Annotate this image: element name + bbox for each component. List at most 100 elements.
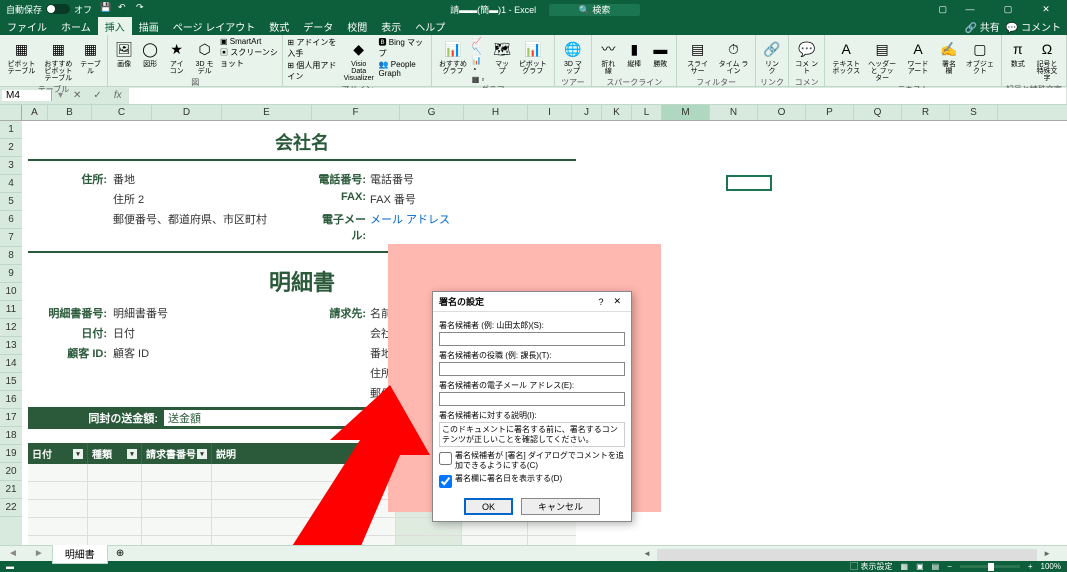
- comments-check[interactable]: 署名候補者が [署名] ダイアログでコメントを追加できるようにする(C): [439, 451, 625, 470]
- row-header-10[interactable]: 10: [0, 283, 22, 301]
- bing-button[interactable]: 🅱 Bing マップ: [379, 37, 428, 59]
- screenshot-button[interactable]: ▣ スクリーンショット: [220, 47, 278, 69]
- shapes-button[interactable]: ◯図形: [138, 37, 162, 70]
- column-header-P[interactable]: P: [806, 105, 854, 120]
- showdate-check[interactable]: 署名欄に署名日を表示する(D): [439, 474, 625, 488]
- column-header-F[interactable]: F: [312, 105, 400, 120]
- menu-home[interactable]: ホーム: [54, 17, 98, 36]
- table-cell[interactable]: [88, 500, 142, 517]
- table-button[interactable]: ▦テーブル: [78, 37, 103, 77]
- view-layout-icon[interactable]: ▣: [916, 562, 924, 571]
- column-header-I[interactable]: I: [528, 105, 572, 120]
- column-header-R[interactable]: R: [902, 105, 950, 120]
- 3dmap-button[interactable]: 🌐3D マップ: [559, 37, 588, 77]
- table-cell[interactable]: [28, 536, 88, 545]
- line-spark-button[interactable]: 〰折れ線: [596, 37, 620, 77]
- chart-type-button[interactable]: 📈 📉: [472, 37, 488, 55]
- zoom-out-icon[interactable]: −: [947, 562, 952, 571]
- close-button[interactable]: ✕: [1031, 4, 1061, 15]
- table-cell[interactable]: [142, 500, 212, 517]
- row-header-3[interactable]: 3: [0, 157, 22, 175]
- row-header-14[interactable]: 14: [0, 355, 22, 373]
- picture-button[interactable]: 🖼画像: [112, 37, 136, 70]
- link-button[interactable]: 🔗リン ク: [760, 37, 784, 77]
- recommend-chart-button[interactable]: 📊おすすめ グラフ: [436, 37, 469, 77]
- table-cell[interactable]: [142, 518, 212, 535]
- comments-button[interactable]: 💬 コメント: [1006, 19, 1061, 34]
- signature-button[interactable]: ✍署名欄: [937, 37, 961, 77]
- smartart-button[interactable]: ▣ SmartArt: [220, 37, 278, 46]
- menu-draw[interactable]: 描画: [132, 17, 166, 36]
- table-cell[interactable]: [28, 518, 88, 535]
- column-header-M[interactable]: M: [662, 105, 710, 120]
- table-cell[interactable]: [212, 482, 396, 499]
- table-cell[interactable]: [212, 536, 396, 545]
- undo-icon[interactable]: ↶: [118, 2, 132, 16]
- row-header-19[interactable]: 19: [0, 445, 22, 463]
- column-header-L[interactable]: L: [632, 105, 662, 120]
- menu-insert[interactable]: 挿入: [98, 17, 132, 36]
- symbol-button[interactable]: Ω記号と 特殊文字: [1032, 37, 1062, 84]
- table-cell[interactable]: [462, 536, 528, 545]
- table-cell[interactable]: [396, 536, 462, 545]
- email-input[interactable]: [439, 392, 625, 406]
- row-header-7[interactable]: 7: [0, 229, 22, 247]
- zoom-slider[interactable]: [960, 565, 1020, 568]
- column-header-C[interactable]: C: [92, 105, 152, 120]
- row-header-21[interactable]: 21: [0, 481, 22, 499]
- title-input[interactable]: [439, 362, 625, 376]
- search-box[interactable]: 🔍 検索: [549, 4, 641, 16]
- pivot-chart-button[interactable]: 📊ピボットグラフ: [516, 37, 549, 77]
- dialog-help-icon[interactable]: ?: [592, 297, 609, 307]
- column-spark-button[interactable]: ▮縦棒: [622, 37, 646, 70]
- menu-view[interactable]: 表示: [374, 17, 408, 36]
- sheet-tab-active[interactable]: 明細書: [52, 543, 108, 564]
- ribbon-options-icon[interactable]: ▢: [938, 4, 947, 15]
- sheet-nav-next-icon[interactable]: ►: [26, 548, 52, 559]
- row-header-1[interactable]: 1: [0, 121, 22, 139]
- row-header-13[interactable]: 13: [0, 337, 22, 355]
- row-header-12[interactable]: 12: [0, 319, 22, 337]
- winloss-spark-button[interactable]: ▬勝敗: [648, 37, 672, 70]
- row-header-17[interactable]: 17: [0, 409, 22, 427]
- filter-icon[interactable]: ▾: [197, 449, 207, 459]
- row-header-2[interactable]: 2: [0, 139, 22, 157]
- column-header-G[interactable]: G: [400, 105, 464, 120]
- redo-icon[interactable]: ↷: [136, 2, 150, 16]
- row-header-6[interactable]: 6: [0, 211, 22, 229]
- table-cell[interactable]: [212, 464, 396, 481]
- menu-file[interactable]: ファイル: [0, 17, 54, 36]
- maps-button[interactable]: 🗺マップ: [490, 37, 514, 77]
- sheet-add-icon[interactable]: ⊕: [108, 548, 132, 559]
- get-addins-button[interactable]: ⊞ アドインを入手: [287, 37, 338, 59]
- 3dmodel-button[interactable]: ⬡3D モデル: [191, 37, 218, 77]
- column-header-K[interactable]: K: [602, 105, 632, 120]
- column-header-H[interactable]: H: [464, 105, 528, 120]
- ok-button[interactable]: OK: [464, 498, 513, 515]
- column-header-Q[interactable]: Q: [854, 105, 902, 120]
- textbox-button[interactable]: Aテキスト ボックス: [829, 37, 863, 77]
- zoom-level[interactable]: 100%: [1041, 562, 1061, 571]
- column-header-J[interactable]: J: [572, 105, 602, 120]
- recommend-pivot-button[interactable]: ▦おすすめ ピボットテーブル: [41, 37, 76, 84]
- table-cell[interactable]: [28, 482, 88, 499]
- view-pagebreak-icon[interactable]: ▤: [932, 562, 940, 571]
- row-header-8[interactable]: 8: [0, 247, 22, 265]
- chart-type3-button[interactable]: ▦ ▫: [472, 75, 488, 84]
- instructions-text[interactable]: このドキュメントに署名する前に、署名するコンテンツが正しいことを確認してください…: [439, 422, 625, 447]
- showdate-checkbox[interactable]: [439, 475, 452, 488]
- select-all-corner[interactable]: [0, 105, 22, 120]
- row-header-11[interactable]: 11: [0, 301, 22, 319]
- column-header-E[interactable]: E: [222, 105, 312, 120]
- menu-help[interactable]: ヘルプ: [408, 17, 452, 36]
- namebox-dropdown-icon[interactable]: ▾: [54, 90, 67, 101]
- column-header-O[interactable]: O: [758, 105, 806, 120]
- comment-button[interactable]: 💬コメ ント: [793, 37, 820, 77]
- timeline-button[interactable]: ⏱タイム ライン: [716, 37, 751, 77]
- column-header-B[interactable]: B: [48, 105, 92, 120]
- share-button[interactable]: 🔗 共有: [965, 19, 1000, 34]
- column-header-S[interactable]: S: [950, 105, 998, 120]
- autosave-toggle[interactable]: 自動保存 オフ: [0, 3, 98, 16]
- column-header-A[interactable]: A: [22, 105, 48, 120]
- my-addins-button[interactable]: ⊞ 個人用アドイン: [287, 60, 338, 82]
